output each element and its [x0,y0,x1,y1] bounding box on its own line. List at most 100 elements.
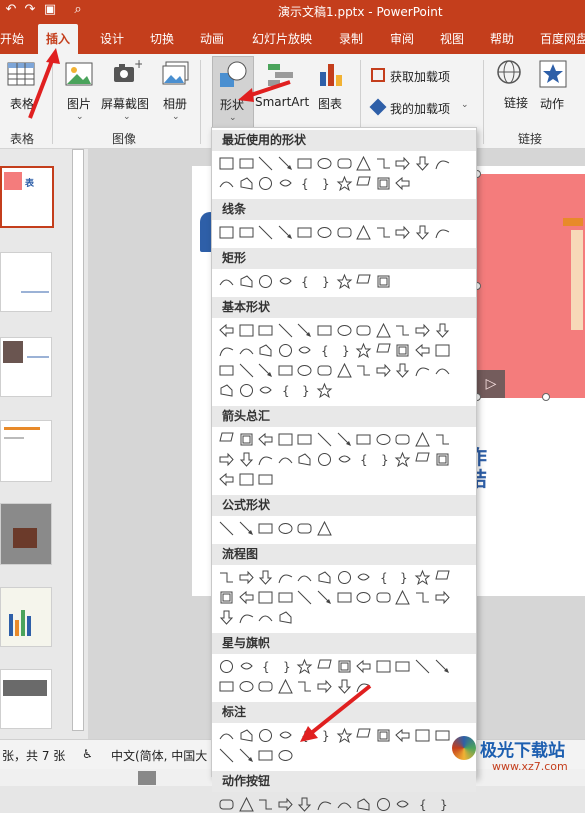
shape-item[interactable]: { [296,273,313,290]
shape-item[interactable] [257,322,274,339]
shape-item[interactable] [414,589,431,606]
shape-item[interactable] [394,658,411,675]
shape-item[interactable] [238,569,255,586]
shape-item[interactable] [375,658,392,675]
slide-thumbnail[interactable] [0,420,52,482]
shape-item[interactable] [336,678,353,695]
shape-item[interactable] [218,362,235,379]
shape-item[interactable] [257,451,274,468]
shape-item[interactable]: { [296,727,313,744]
shape-item[interactable] [316,382,333,399]
shape-item[interactable] [277,175,294,192]
shape-item[interactable] [316,322,333,339]
shape-item[interactable] [336,727,353,744]
shape-item[interactable] [238,520,255,537]
tab-review[interactable]: 审阅 [390,30,414,47]
tab-slideshow[interactable]: 幻灯片放映 [252,30,312,47]
taskbar-icon[interactable] [138,771,156,785]
shape-item[interactable] [394,175,411,192]
shape-item[interactable] [257,175,274,192]
shape-item[interactable] [394,589,411,606]
shape-item[interactable] [218,382,235,399]
shape-item[interactable] [277,609,294,626]
shape-item[interactable] [238,451,255,468]
shape-item[interactable] [316,569,333,586]
shape-item[interactable] [277,589,294,606]
shape-item[interactable] [336,451,353,468]
shape-item[interactable] [218,175,235,192]
shape-item[interactable] [394,727,411,744]
shape-item[interactable] [218,273,235,290]
shape-item[interactable] [238,224,255,241]
redo-icon[interactable]: ↷ [22,2,38,18]
shape-item[interactable] [375,589,392,606]
tab-animations[interactable]: 动画 [200,30,224,47]
shape-item[interactable]: } [394,569,411,586]
shape-item[interactable] [434,658,451,675]
shape-item[interactable] [355,362,372,379]
shape-item[interactable] [336,362,353,379]
shape-item[interactable] [375,342,392,359]
shape-item[interactable] [414,569,431,586]
shape-item[interactable] [296,362,313,379]
shape-item[interactable] [296,322,313,339]
shape-item[interactable] [257,155,274,172]
scrollbar-thumb[interactable] [72,149,84,731]
shape-item[interactable] [394,451,411,468]
shape-item[interactable] [296,451,313,468]
shape-item[interactable] [434,155,451,172]
shape-item[interactable] [238,273,255,290]
shape-item[interactable] [277,322,294,339]
slide-thumbnail[interactable] [0,503,52,565]
shape-item[interactable] [257,796,274,813]
shape-item[interactable] [238,431,255,448]
shape-item[interactable] [355,273,372,290]
shape-item[interactable] [257,569,274,586]
shape-item[interactable] [316,678,333,695]
shape-item[interactable] [277,796,294,813]
shape-item[interactable]: } [336,342,353,359]
shape-item[interactable] [277,451,294,468]
shape-item[interactable] [414,342,431,359]
shape-item[interactable]: } [277,658,294,675]
shape-item[interactable] [218,224,235,241]
preview-icon[interactable]: ⌕ [70,2,86,18]
shape-item[interactable] [375,727,392,744]
shape-item[interactable] [277,155,294,172]
present-icon[interactable]: ▣ [42,2,58,18]
shape-item[interactable] [257,678,274,695]
shape-item[interactable] [277,342,294,359]
shape-item[interactable] [238,658,255,675]
shape-item[interactable] [414,224,431,241]
shape-item[interactable] [277,678,294,695]
shape-item[interactable] [296,678,313,695]
shape-item[interactable] [355,569,372,586]
shape-item[interactable] [277,727,294,744]
shape-item[interactable] [355,175,372,192]
shape-item[interactable] [336,569,353,586]
shape-item[interactable] [394,431,411,448]
slide-thumbnail[interactable] [0,587,52,647]
shape-item[interactable] [375,273,392,290]
shape-item[interactable] [316,658,333,675]
tab-insert[interactable]: 插入 [38,24,79,54]
tab-home[interactable]: 开始 [0,30,24,47]
tab-design[interactable]: 设计 [100,30,124,47]
shape-item[interactable] [414,362,431,379]
shape-item[interactable] [414,155,431,172]
shape-item[interactable] [394,155,411,172]
tab-baidu[interactable]: 百度网盘 [540,30,585,47]
shape-item[interactable] [336,322,353,339]
shape-item[interactable] [296,796,313,813]
shape-item[interactable] [355,224,372,241]
shape-item[interactable]: { [316,342,333,359]
shape-item[interactable] [375,224,392,241]
shape-item[interactable] [257,362,274,379]
shape-item[interactable] [257,342,274,359]
shape-item[interactable]: { [375,569,392,586]
shape-item[interactable] [394,362,411,379]
shape-item[interactable] [277,569,294,586]
shape-item[interactable] [296,342,313,359]
shape-item[interactable] [257,431,274,448]
shape-item[interactable] [336,155,353,172]
